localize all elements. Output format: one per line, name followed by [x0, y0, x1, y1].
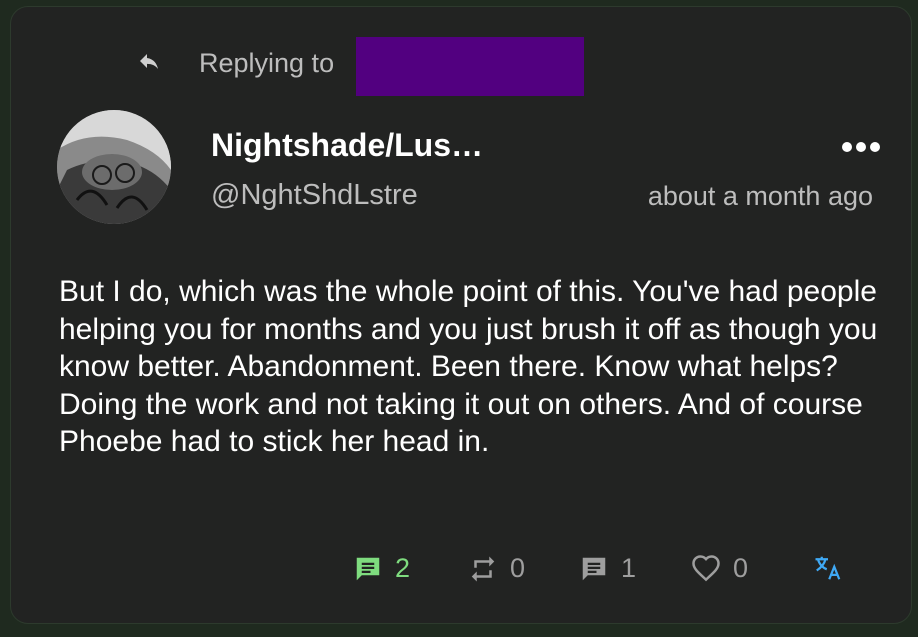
repost-count: 0 — [510, 553, 526, 583]
display-name[interactable]: Nightshade/Lus… — [211, 127, 483, 164]
quote-count: 1 — [621, 553, 637, 583]
user-handle[interactable]: @NghtShdLstre — [211, 179, 418, 212]
like-count: 0 — [733, 553, 749, 583]
reply-arrow-icon — [140, 54, 158, 69]
quote-icon — [582, 557, 606, 580]
avatar[interactable] — [57, 110, 171, 224]
reply-count: 2 — [395, 553, 411, 583]
like-button[interactable]: 0 — [691, 553, 748, 584]
repost-icon — [471, 556, 495, 581]
avatar-image — [57, 110, 171, 224]
post-card[interactable]: Replying to Nightshade/Lus… @NghtShdLstr… — [10, 6, 912, 624]
post-text: But I do, which was the whole point of t… — [59, 275, 878, 458]
redacted-username — [356, 37, 584, 96]
repost-button[interactable]: 0 — [468, 553, 525, 584]
replying-to-label: Replying to — [199, 47, 335, 78]
post-timestamp[interactable]: about a month ago — [648, 181, 873, 212]
heart-icon — [692, 554, 720, 581]
comment-icon — [356, 557, 380, 580]
reply-button[interactable]: 2 — [353, 553, 410, 584]
translate-icon — [815, 556, 841, 580]
action-bar: 2 0 1 0 — [11, 553, 911, 593]
more-icon[interactable] — [839, 135, 883, 159]
translate-button[interactable] — [813, 553, 843, 583]
quote-button[interactable]: 1 — [579, 553, 636, 584]
replying-to-row: Replying to — [137, 43, 334, 83]
